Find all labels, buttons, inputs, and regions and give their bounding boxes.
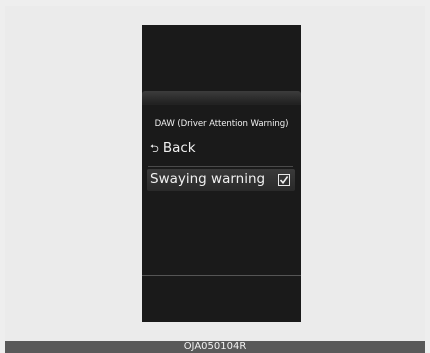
instrument-cluster-display: DAW (Driver Attention Warning) ⮌ Back Sw… [142, 25, 301, 322]
item-divider [148, 166, 293, 167]
menu-title: DAW (Driver Attention Warning) [154, 119, 289, 129]
swaying-warning-item[interactable]: Swaying warning [147, 169, 295, 191]
back-label: Back [162, 140, 196, 156]
back-arrow-icon: ⮌ [150, 142, 159, 156]
checkbox-checked-icon[interactable] [278, 174, 290, 186]
swaying-warning-label: Swaying warning [150, 171, 266, 188]
figure-caption: OJA050104R [5, 341, 425, 353]
footer-divider [142, 275, 301, 276]
display-header-band [142, 91, 301, 105]
back-menu-item[interactable]: ⮌ Back [150, 140, 196, 156]
